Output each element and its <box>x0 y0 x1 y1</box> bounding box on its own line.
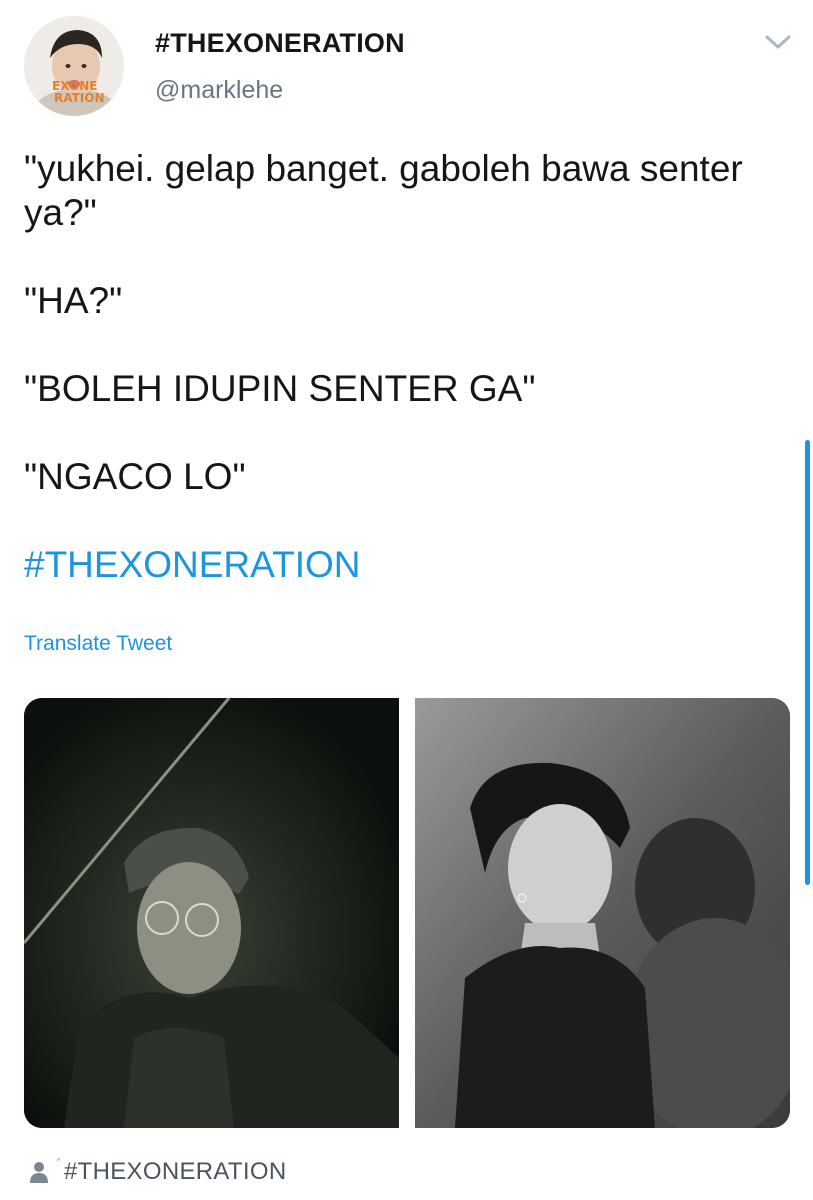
display-name[interactable]: #THEXONERATION <box>155 28 405 59</box>
media-photo-2[interactable] <box>415 698 790 1128</box>
avatar-text-2: RATION <box>54 91 105 105</box>
media-photo-1[interactable] <box>24 698 399 1128</box>
tweet-line-2: "HA?" <box>24 280 123 321</box>
avatar-image: EXONE RATION <box>24 16 124 116</box>
translate-tweet-link[interactable]: Translate Tweet <box>24 632 172 656</box>
tweet-text: "yukhei. gelap banget. gaboleh bawa sent… <box>24 147 764 587</box>
tweet-line-3: "BOLEH IDUPIN SENTER GA" <box>24 368 536 409</box>
hashtag-link[interactable]: #THEXONERATION <box>24 543 764 587</box>
tweet-card: EXONE RATION #THEXONERATION @marklehe "y… <box>0 0 813 1200</box>
footer-hashtag[interactable]: #THEXONERATION <box>64 1158 286 1186</box>
tweet-line-1: "yukhei. gelap banget. gaboleh bawa sent… <box>24 148 743 233</box>
footer-mark: ´ <box>56 1155 62 1176</box>
username[interactable]: @marklehe <box>155 76 283 105</box>
footer: ´ #THEXONERATION <box>28 1155 286 1189</box>
scrollbar[interactable] <box>805 440 810 885</box>
avatar[interactable]: EXONE RATION <box>24 16 124 116</box>
person-icon <box>28 1159 50 1185</box>
chevron-down-icon[interactable] <box>762 30 794 54</box>
tweet-line-4: "NGACO LO" <box>24 456 246 497</box>
